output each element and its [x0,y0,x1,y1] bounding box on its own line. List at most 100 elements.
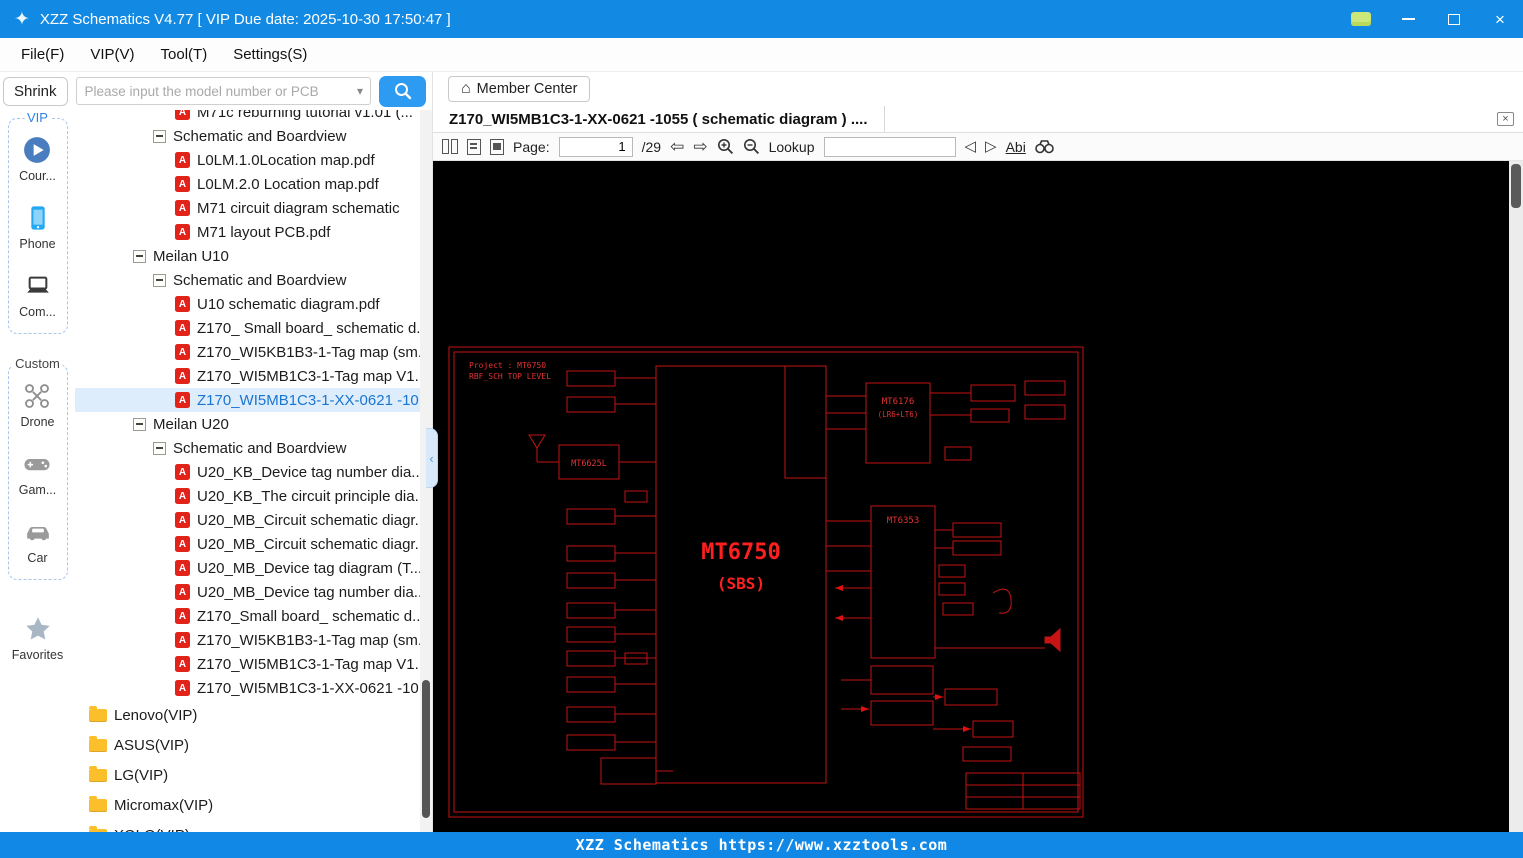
panel-collapse-handle[interactable]: ‹ [426,428,438,488]
lookup-input[interactable] [824,137,956,157]
schematic-label-mt6353: MT6353 [887,516,920,526]
tree-item-label: Schematic and Boardview [173,440,346,457]
rail-item-cour[interactable]: Cour... [19,135,56,183]
page-number-input[interactable] [559,137,633,157]
menu-vip[interactable]: VIP(V) [85,43,139,66]
member-center-button[interactable]: ⌂ Member Center [448,76,590,102]
tree-item[interactable]: Z170_WI5MB1C3-1-XX-0621 -10... [75,676,420,700]
menu-tool[interactable]: Tool(T) [156,43,213,66]
vip-card-icon[interactable] [1351,12,1371,26]
tree-item[interactable]: U20_MB_Device tag number dia... [75,580,420,604]
previous-page-icon[interactable]: ⇦ [670,138,684,155]
pdf-icon [175,584,190,600]
tree-item[interactable]: M71c reburning tutorial v1.01 (... [75,110,420,124]
pdf-icon [175,296,190,312]
pdf-icon [175,560,190,576]
tree-item[interactable]: Micromax(VIP) [75,790,420,820]
find-next-icon[interactable]: ▷ [985,139,997,154]
binoculars-icon[interactable] [1035,139,1054,154]
minus-icon[interactable] [153,130,166,143]
document-tab[interactable]: Z170_WI5MB1C3-1-XX-0621 -1055 ( schemati… [433,106,885,132]
tree-item[interactable]: U20_MB_Circuit schematic diagr... [75,508,420,532]
tree-item[interactable]: Lenovo(VIP) [75,700,420,730]
tree-item[interactable]: Meilan U20 [75,412,420,436]
tree-item[interactable]: XOLO(VIP) [75,820,420,832]
tree-item-label: Z170_WI5KB1B3-1-Tag map (sm... [197,632,420,649]
rail-item-favorites[interactable]: Favorites [12,614,63,662]
fit-width-icon[interactable] [490,139,504,155]
minus-icon[interactable] [153,274,166,287]
tree-item[interactable]: M71 layout PCB.pdf [75,220,420,244]
schematic-label-mt6176-sub: (LR6+LT6) [878,410,919,419]
tree-item[interactable]: Z170_WI5MB1C3-1-Tag map V1... [75,652,420,676]
tree-item[interactable]: U20_MB_Circuit schematic diagr... [75,532,420,556]
model-search-combobox[interactable]: ▾ [76,77,371,105]
zoom-in-icon[interactable] [717,138,734,155]
pdf-icon [175,344,190,360]
schematic-label-mt6625l: MT6625L [571,459,607,469]
maximize-button[interactable] [1445,10,1463,28]
minus-icon[interactable] [133,250,146,263]
tree-item-label: U20_KB_Device tag number dia... [197,464,420,481]
close-document-icon[interactable]: × [1497,112,1514,126]
tree-item[interactable]: Schematic and Boardview [75,124,420,148]
rail-item-gam[interactable]: Gam... [19,449,57,497]
tree-item[interactable]: U20_KB_The circuit principle dia... [75,484,420,508]
rail-item-phone[interactable]: Phone [19,203,55,251]
tree-item-label: Z170_WI5MB1C3-1-Tag map V1... [197,368,420,385]
tree-item-label: Schematic and Boardview [173,272,346,289]
file-tree: M71c reburning tutorial v1.01 (... Schema… [75,110,420,832]
close-button[interactable]: × [1491,10,1509,28]
match-case-icon[interactable]: Abi [1006,139,1026,155]
rail-item-car[interactable]: Car [23,517,53,565]
tree-item[interactable]: Z170_WI5KB1B3-1-Tag map (sm... [75,628,420,652]
rail-item-drone[interactable]: Drone [20,381,54,429]
pdf-icon [175,152,190,168]
fit-page-icon[interactable] [467,139,481,155]
model-search-input[interactable] [77,84,357,99]
tree-item[interactable]: L0LM.2.0 Location map.pdf [75,172,420,196]
tree-item[interactable]: ASUS(VIP) [75,730,420,760]
zoom-out-icon[interactable] [743,138,760,155]
tree-item[interactable]: Z170_ Small board_ schematic d... [75,316,420,340]
next-page-icon[interactable]: ⇨ [693,138,707,155]
tree-item[interactable]: Z170_WI5KB1B3-1-Tag map (sm... [75,340,420,364]
rail-item-label: Car [27,551,47,565]
tree-item[interactable]: U20_KB_Device tag number dia... [75,460,420,484]
search-button[interactable] [379,76,426,107]
rail-item-com[interactable]: Com... [19,271,56,319]
minus-icon[interactable] [153,442,166,455]
tree-scrollbar-thumb[interactable] [422,680,430,817]
find-previous-icon[interactable]: ◁ [965,139,977,154]
tree-item[interactable]: Schematic and Boardview [75,436,420,460]
menu-file[interactable]: File(F) [16,43,69,66]
tree-item[interactable]: U10 schematic diagram.pdf [75,292,420,316]
pdf-icon [175,512,190,528]
tree-item[interactable]: U20_MB_Device tag diagram (T... [75,556,420,580]
tree-item[interactable]: Z170_Small board_ schematic d... [75,604,420,628]
tree-item-label: Schematic and Boardview [173,128,346,145]
window-controls: × [1351,10,1509,28]
menu-settings[interactable]: Settings(S) [228,43,312,66]
tree-item[interactable]: Z170_WI5MB1C3-1-XX-0621 -10... [75,388,420,412]
viewer-scrollbar[interactable] [1509,161,1523,832]
pdf-viewer[interactable]: Project : MT6750 RBF_SCH TOP LEVEL MT662… [433,161,1523,832]
minimize-button[interactable] [1399,10,1417,28]
window-title: XZZ Schematics V4.77 [ VIP Due date: 202… [40,11,451,28]
statusbar-text: XZZ Schematics https://www.xzztools.com [576,836,948,854]
tree-item[interactable]: Z170_WI5MB1C3-1-Tag map V1... [75,364,420,388]
folder-icon [89,799,107,812]
shrink-button[interactable]: Shrink [3,77,68,106]
tree-item[interactable]: L0LM.1.0Location map.pdf [75,148,420,172]
tree-item[interactable]: Schematic and Boardview [75,268,420,292]
titlebar: ✦ XZZ Schematics V4.77 [ VIP Due date: 2… [0,0,1523,38]
minus-icon[interactable] [133,418,146,431]
viewer-scrollbar-thumb[interactable] [1511,164,1521,208]
dropdown-caret-icon[interactable]: ▾ [357,84,370,98]
two-page-view-icon[interactable] [442,139,458,154]
home-icon: ⌂ [461,81,471,97]
tree-item[interactable]: Meilan U10 [75,244,420,268]
app-window: ✦ XZZ Schematics V4.77 [ VIP Due date: 2… [0,0,1523,858]
tree-item[interactable]: LG(VIP) [75,760,420,790]
tree-item[interactable]: M71 circuit diagram schematic [75,196,420,220]
